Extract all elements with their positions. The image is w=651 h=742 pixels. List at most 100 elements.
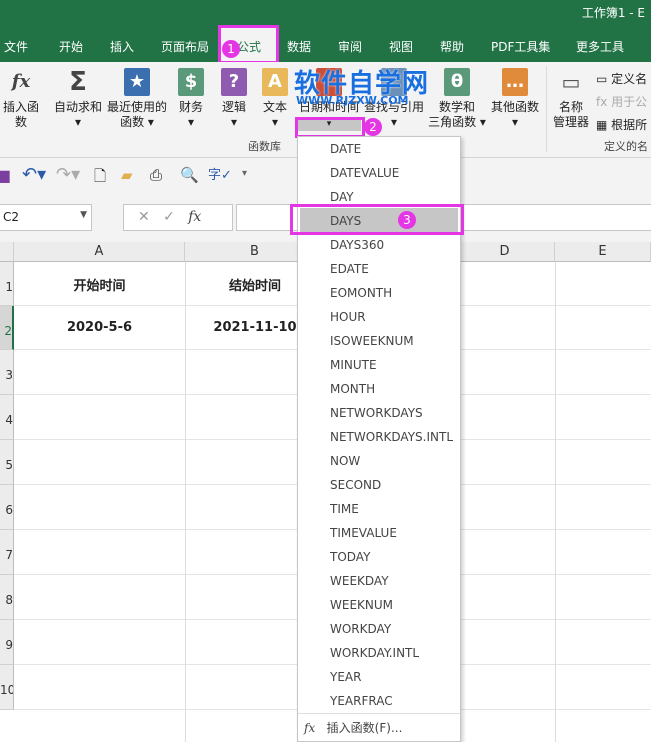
divider xyxy=(546,66,547,152)
menu-item-yearfrac[interactable]: YEARFRAC xyxy=(330,694,393,708)
menu-item-year[interactable]: YEAR xyxy=(330,670,361,684)
financial-button[interactable]: $ 财务 ▾ xyxy=(175,68,207,130)
enter-icon[interactable]: ✓ xyxy=(163,209,175,225)
tab-data[interactable]: 数据 xyxy=(287,38,311,55)
menu-item-workday[interactable]: WORKDAY xyxy=(330,622,391,636)
menu-item-hour[interactable]: HOUR xyxy=(330,310,366,324)
label: 三角函数 xyxy=(428,115,477,129)
highlight-box-3 xyxy=(290,204,464,235)
tab-review[interactable]: 审阅 xyxy=(338,38,362,55)
step-badge-3: 3 xyxy=(398,211,416,229)
print-preview-icon[interactable]: 🔍 xyxy=(180,166,199,184)
window-title: 工作簿1 - E xyxy=(581,6,645,20)
menu-item-month[interactable]: MONTH xyxy=(330,382,375,396)
label: 最近使用的 xyxy=(106,100,167,114)
menu-item-days360[interactable]: DAYS360 xyxy=(330,238,384,252)
label: 根据所 xyxy=(611,118,648,132)
print-icon[interactable]: ⎙ xyxy=(150,166,162,184)
new-file-icon[interactable]: 🗋 xyxy=(94,166,106,191)
customize-qat-icon[interactable]: ▾ xyxy=(242,168,247,179)
text-book-icon: A xyxy=(262,68,288,96)
column-header-e[interactable]: E xyxy=(555,242,651,262)
math-trig-button[interactable]: θ 数学和 三角函数 ▾ xyxy=(428,68,486,130)
label: 自动求和 xyxy=(53,100,102,114)
menu-item-networkdays[interactable]: NETWORKDAYS xyxy=(330,406,423,420)
question-book-icon: ? xyxy=(221,68,247,96)
menu-item-now[interactable]: NOW xyxy=(330,454,360,468)
menu-item-weeknum[interactable]: WEEKNUM xyxy=(330,598,393,612)
name-tag-icon: ▭ xyxy=(561,70,581,94)
select-all-corner[interactable] xyxy=(0,242,14,262)
create-from-selection-button[interactable]: ▦ 根据所 xyxy=(596,116,647,133)
menu-item-day[interactable]: DAY xyxy=(330,190,354,204)
gridline xyxy=(555,262,556,742)
cell-a1[interactable]: 开始时间 xyxy=(14,275,185,294)
row-header-7[interactable]: 7 xyxy=(0,530,14,575)
menu-item-today[interactable]: TODAY xyxy=(330,550,370,564)
tab-page-layout[interactable]: 页面布局 xyxy=(161,38,209,55)
row-header-3[interactable]: 3 xyxy=(0,350,14,395)
row-header-6[interactable]: 6 xyxy=(0,485,14,530)
column-header-a[interactable]: A xyxy=(14,242,185,262)
step-badge-1: 1 xyxy=(222,40,240,58)
undo-icon[interactable]: ↶▾ xyxy=(22,164,46,185)
name-manager-button[interactable]: ▭ 名称 管理器 xyxy=(550,68,592,130)
title-bar: 工作簿1 - E 文件 开始 插入 页面布局 公式 数据 审阅 视图 帮助 PD… xyxy=(0,0,651,62)
sigma-icon: Σ xyxy=(69,67,87,97)
text-button[interactable]: A 文本 ▾ xyxy=(259,68,291,130)
menu-item-edate[interactable]: EDATE xyxy=(330,262,369,276)
menu-item-timevalue[interactable]: TIMEVALUE xyxy=(330,526,397,540)
tab-more-tools[interactable]: 更多工具 xyxy=(576,38,624,55)
menu-item-date[interactable]: DATE xyxy=(330,142,361,156)
recent-functions-button[interactable]: ★ 最近使用的 函数 ▾ xyxy=(106,68,168,130)
tab-insert[interactable]: 插入 xyxy=(110,38,134,55)
group-defined-names: 定义的名 xyxy=(604,140,648,153)
menu-item-isoweeknum[interactable]: ISOWEEKNUM xyxy=(330,334,414,348)
row-header-8[interactable]: 8 xyxy=(0,575,14,620)
label: 插入函数 xyxy=(2,100,39,129)
tab-home[interactable]: 开始 xyxy=(59,38,83,55)
label: 函数 xyxy=(120,115,145,129)
insert-function-menu-item[interactable]: fx 插入函数(F)... xyxy=(304,719,402,736)
fx-icon[interactable]: fx xyxy=(188,209,201,225)
menu-item-time[interactable]: TIME xyxy=(330,502,359,516)
step-badge-2: 2 xyxy=(364,118,382,136)
menu-item-workday-intl[interactable]: WORKDAY.INTL xyxy=(330,646,419,660)
open-folder-icon[interactable]: ▰ xyxy=(121,166,133,184)
redo-icon[interactable]: ↷▾ xyxy=(56,164,80,185)
more-functions-button[interactable]: … 其他函数 ▾ xyxy=(488,68,542,130)
tab-pdf-tools[interactable]: PDF工具集 xyxy=(491,38,550,55)
cell-a2[interactable]: 2020-5-6 xyxy=(14,320,185,335)
menu-item-datevalue[interactable]: DATEVALUE xyxy=(330,166,399,180)
row-header-9[interactable]: 9 xyxy=(0,620,14,665)
autosum-button[interactable]: Σ 自动求和 ▾ xyxy=(52,68,104,130)
logical-button[interactable]: ? 逻辑 ▾ xyxy=(218,68,250,130)
insert-function-button[interactable]: fx 插入函数 xyxy=(0,68,42,130)
label: 插入函数(F)... xyxy=(326,721,403,735)
column-header-d[interactable]: D xyxy=(455,242,555,262)
use-in-formula-button[interactable]: fx 用于公 xyxy=(596,93,647,110)
group-function-library: 函数库 xyxy=(248,140,281,153)
coins-book-icon: $ xyxy=(178,68,204,96)
cancel-icon[interactable]: ✕ xyxy=(138,209,150,225)
tab-help[interactable]: 帮助 xyxy=(440,38,464,55)
tab-file[interactable]: 文件 xyxy=(4,38,28,55)
menu-item-eomonth[interactable]: EOMONTH xyxy=(330,286,392,300)
menu-item-minute[interactable]: MINUTE xyxy=(330,358,377,372)
row-header-4[interactable]: 4 xyxy=(0,395,14,440)
label: 定义名 xyxy=(611,72,648,86)
name-box[interactable]: C2 ▼ xyxy=(0,204,92,231)
watermark-url: WWW.RJZXW.COM xyxy=(296,94,409,107)
label: 用于公 xyxy=(611,95,648,109)
menu-item-networkdays-intl[interactable]: NETWORKDAYS.INTL xyxy=(330,430,453,444)
row-header-2[interactable]: 2 xyxy=(0,306,14,350)
spelling-icon[interactable]: 字✓ xyxy=(208,164,232,183)
save-icon[interactable]: ■ xyxy=(0,166,11,185)
row-header-10[interactable]: 10 xyxy=(0,665,14,710)
row-header-1[interactable]: 1 xyxy=(0,262,14,306)
menu-item-second[interactable]: SECOND xyxy=(330,478,381,492)
tab-view[interactable]: 视图 xyxy=(389,38,413,55)
define-name-button[interactable]: ▭ 定义名 xyxy=(596,70,647,87)
row-header-5[interactable]: 5 xyxy=(0,440,14,485)
menu-item-weekday[interactable]: WEEKDAY xyxy=(330,574,389,588)
